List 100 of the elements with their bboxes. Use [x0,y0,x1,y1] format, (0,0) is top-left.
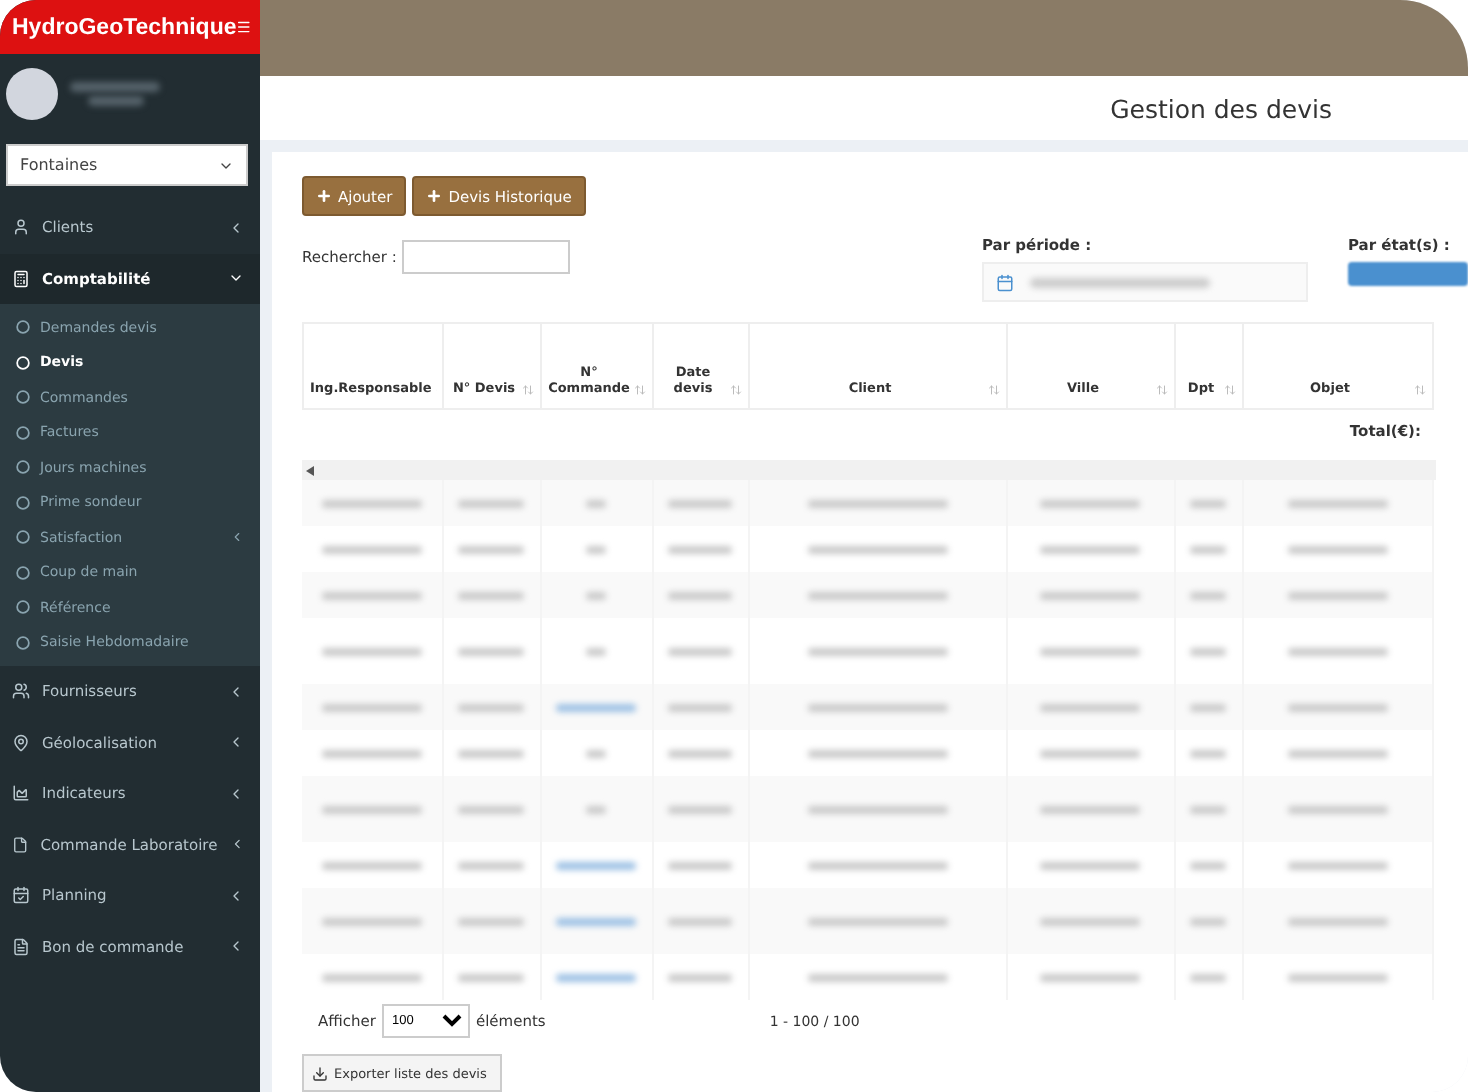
circle-icon [16,390,30,405]
blurred-link[interactable] [556,973,636,982]
blurred-text [1190,805,1226,814]
blurred-text [321,499,422,508]
avatar [6,68,58,120]
blurred-text [458,917,524,926]
search-field[interactable] [402,240,571,274]
circle-icon [16,460,30,475]
blurred-text [668,805,732,814]
blurred-text [1287,861,1387,870]
blurred-text [1287,805,1387,814]
agency-select[interactable]: Fontaines [6,144,248,186]
sort-icon [730,384,742,397]
plus-icon [426,188,443,204]
circle-icon [16,425,30,440]
chevron-icon [229,836,244,853]
blurred-text [1287,917,1387,926]
calendar-icon [12,886,30,905]
blurred-text [1040,499,1140,508]
blurred-text [1190,703,1226,712]
blurred-text [1040,647,1140,656]
blurred-text [87,96,143,106]
blurred-text [807,917,947,926]
blurred-link[interactable] [556,917,636,926]
blurred-text [1190,647,1226,656]
blurred-text [1287,591,1387,600]
blurred-text [668,499,732,508]
blurred-text [1287,703,1387,712]
blurred-text [321,703,422,712]
sort-icon [1224,384,1236,397]
blurred-text [458,861,524,870]
blurred-text [668,973,732,982]
users-icon [12,682,30,701]
blurred-text [458,499,524,508]
blurred-text [1040,861,1140,870]
circle-icon [16,635,30,650]
sort-icon [522,384,534,397]
blurred-text [1040,749,1140,758]
blurred-text [321,917,422,926]
circle-icon [16,320,30,335]
blurred-text [1190,545,1226,554]
blurred-text [668,749,732,758]
blurred-text [668,647,732,656]
sort-icon [988,384,1000,397]
blurred-text [70,82,160,92]
circle-icon [16,565,30,580]
blurred-text [321,591,422,600]
blurred-text [1287,973,1387,982]
blurred-text [807,861,947,870]
date-range-field[interactable] [982,262,1308,302]
calculator-icon [12,269,30,288]
blurred-text [321,973,422,982]
blurred-link[interactable] [556,703,636,712]
sort-icon [1414,384,1426,397]
chevron-icon [228,683,244,700]
calendar-icon [996,273,1014,291]
chevron-icon [228,887,244,904]
blurred-text [807,973,947,982]
chevron-icon [228,938,244,955]
blurred-text [458,703,524,712]
blurred-text [458,591,524,600]
blurred-text [807,591,947,600]
blurred-text [1040,703,1140,712]
blurred-text [1287,499,1387,508]
blurred-text [1190,749,1226,758]
blurred-text [1190,973,1226,982]
blurred-text [1190,917,1226,926]
brand-logo: HydroGeoTechnique [12,15,237,39]
state-select[interactable] [1348,262,1468,286]
blurred-text [807,499,947,508]
blurred-text [1040,545,1140,554]
blurred-text [1040,591,1140,600]
blurred-text [1190,591,1226,600]
blurred-text [1040,805,1140,814]
download-icon [312,1065,328,1082]
blurred-text [1190,861,1226,870]
page-title: Gestion des devis [1110,93,1332,123]
circle-icon [16,495,30,510]
circle-icon [16,530,30,545]
sort-icon [1156,384,1168,397]
circle-icon [16,600,30,615]
blurred-text [458,647,524,656]
scroll-left-icon[interactable] [306,465,314,476]
blurred-text [1287,647,1387,656]
blurred-text [1040,917,1140,926]
chevron-icon [228,219,244,236]
blurred-text [321,861,422,870]
blurred-text [1287,545,1387,554]
sort-icon [634,384,646,397]
area-chart-icon [12,784,30,803]
blurred-text [807,703,947,712]
blurred-text [807,647,947,656]
circle-icon [16,355,30,370]
blurred-link[interactable] [556,861,636,870]
file-icon [12,835,29,854]
blurred-text [458,805,524,814]
blurred-text [321,749,422,758]
blurred-text [321,805,422,814]
chevron-icon [230,530,244,545]
blurred-text [1287,749,1387,758]
